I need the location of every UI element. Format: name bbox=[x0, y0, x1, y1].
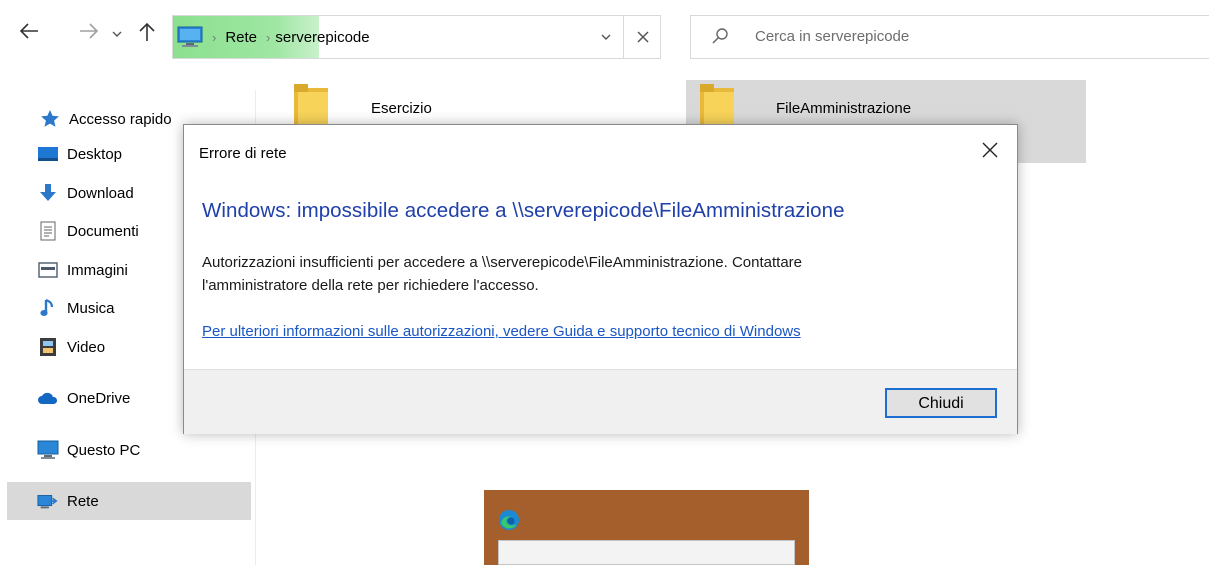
dialog-title: Errore di rete bbox=[199, 145, 287, 162]
dialog-heading: Windows: impossibile accedere a \\server… bbox=[202, 199, 845, 222]
arrow-left-icon bbox=[19, 23, 38, 39]
address-dropdown-button[interactable] bbox=[588, 16, 624, 58]
network-icon bbox=[37, 491, 59, 511]
chevron-down-icon bbox=[112, 31, 122, 37]
breadcrumb-rete[interactable]: Rete bbox=[225, 29, 257, 46]
close-button[interactable]: Chiudi bbox=[885, 388, 997, 418]
folder-label: Esercizio bbox=[371, 100, 432, 117]
sidebar-item-label: Rete bbox=[67, 492, 99, 510]
cloud-icon bbox=[37, 388, 59, 408]
thumbnail-content bbox=[498, 540, 795, 565]
dialog-footer: Chiudi bbox=[184, 369, 1017, 434]
close-icon bbox=[637, 31, 649, 43]
search-box[interactable]: Cerca in serverepicode bbox=[690, 15, 1209, 59]
sidebar-item-label: Desktop bbox=[67, 145, 123, 163]
folder-esercizio[interactable]: Esercizio bbox=[282, 80, 662, 130]
star-icon bbox=[39, 109, 61, 129]
arrow-right-icon bbox=[80, 23, 99, 39]
up-button[interactable] bbox=[137, 22, 157, 45]
recent-locations-button[interactable] bbox=[110, 24, 124, 42]
sidebar-item-label: Accesso rapido bbox=[69, 110, 172, 128]
music-icon bbox=[37, 298, 59, 318]
window-thumbnail[interactable] bbox=[484, 490, 809, 565]
video-icon bbox=[37, 337, 59, 357]
search-icon bbox=[712, 28, 728, 44]
sidebar-item-label: OneDrive bbox=[67, 389, 131, 407]
download-icon bbox=[37, 183, 59, 203]
sidebar-item-rete[interactable]: Rete bbox=[7, 482, 251, 520]
stop-loading-button[interactable] bbox=[623, 16, 662, 58]
chevron-down-icon bbox=[601, 34, 611, 40]
arrow-up-icon bbox=[139, 22, 155, 41]
sidebar-item-label: Video bbox=[67, 338, 106, 356]
sidebar-item-label: Immagini bbox=[67, 261, 128, 279]
breadcrumb-separator: › bbox=[266, 29, 271, 45]
sidebar-item-questo-pc[interactable]: Questo PC bbox=[7, 431, 251, 469]
sidebar-item-label: Questo PC bbox=[67, 441, 141, 459]
folder-label: FileAmministrazione bbox=[776, 100, 912, 117]
desktop-icon bbox=[37, 144, 59, 164]
computer-icon bbox=[37, 440, 59, 460]
network-error-dialog: Errore di rete Windows: impossibile acce… bbox=[183, 124, 1018, 434]
sidebar-item-label: Musica bbox=[67, 299, 115, 317]
document-icon bbox=[37, 221, 59, 241]
edge-icon bbox=[499, 510, 519, 530]
pictures-icon bbox=[37, 260, 59, 280]
dialog-message-line: Autorizzazioni insufficienti per acceder… bbox=[202, 254, 803, 271]
dialog-message: Autorizzazioni insufficienti per acceder… bbox=[202, 251, 992, 297]
close-icon bbox=[982, 142, 998, 158]
back-button[interactable] bbox=[18, 22, 40, 43]
breadcrumb-separator: › bbox=[212, 29, 217, 45]
help-link[interactable]: Per ulteriori informazioni sulle autoriz… bbox=[202, 323, 801, 340]
dialog-close-button[interactable] bbox=[972, 135, 1008, 165]
computer-icon bbox=[177, 26, 203, 48]
search-input[interactable]: Cerca in serverepicode bbox=[755, 28, 909, 45]
dialog-message-line: l'amministratore della rete per richiede… bbox=[202, 277, 539, 294]
address-bar[interactable]: › Rete › serverepicode bbox=[172, 15, 661, 59]
breadcrumb-serverepicode[interactable]: serverepicode bbox=[275, 29, 369, 46]
sidebar-item-label: Documenti bbox=[67, 222, 139, 240]
forward-button[interactable] bbox=[78, 22, 100, 43]
sidebar-item-label: Download bbox=[67, 184, 134, 202]
